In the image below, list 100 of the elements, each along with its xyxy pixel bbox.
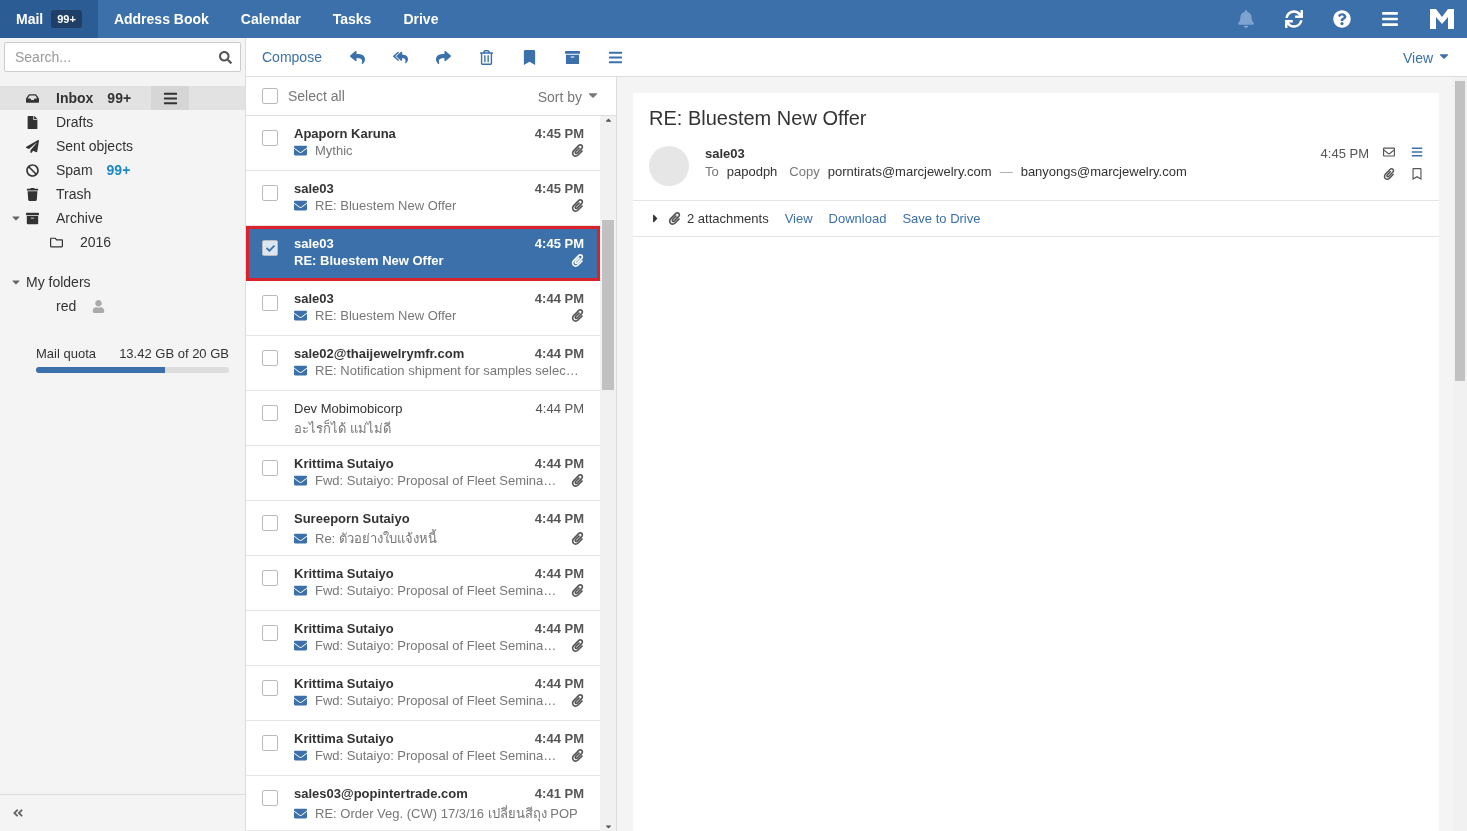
inbox-icon (26, 91, 39, 105)
envelope-icon (294, 144, 307, 157)
message-subject: อะไรก็ได้ แม่ไม่ดี (294, 418, 391, 438)
message-time: 4:44 PM (534, 731, 584, 746)
envelope-icon (294, 584, 307, 597)
recipient: porntirats@marcjewelry.com (827, 164, 992, 179)
message-checkbox[interactable] (262, 295, 278, 311)
message-checkbox[interactable] (262, 570, 278, 586)
menu-icon[interactable] (1381, 10, 1399, 28)
menu-icon[interactable] (162, 90, 178, 106)
message-checkbox[interactable] (262, 460, 278, 476)
scroll-up-icon[interactable] (603, 116, 613, 125)
search-icon[interactable] (219, 50, 232, 64)
reply-all-icon[interactable] (392, 49, 408, 65)
sort-menu[interactable]: Sort by (537, 87, 600, 105)
file-icon (26, 115, 39, 129)
envelope-icon (294, 309, 307, 322)
help-icon[interactable] (1333, 10, 1351, 28)
message-time: 4:44 PM (534, 291, 584, 306)
message-time: 4:44 PM (534, 456, 584, 471)
trash-icon[interactable] (478, 49, 494, 65)
message-sender: Sureeporn Sutaiyo (294, 511, 410, 526)
message-checkbox[interactable] (262, 680, 278, 696)
scroll-thumb[interactable] (1455, 81, 1465, 381)
folder-group-label: My folders (26, 274, 91, 290)
nav-tab[interactable]: Calendar (224, 0, 317, 38)
search-field[interactable]: Search... (13, 48, 219, 66)
archive-icon[interactable] (564, 49, 580, 65)
folder-label: Archive (56, 210, 103, 226)
message-checkbox[interactable] (262, 790, 278, 806)
message-sender: Apaporn Karuna (294, 126, 396, 141)
message-subject: Fwd: Sutaiyo: Proposal of Fleet Semina… (315, 473, 557, 488)
scroll-down-icon[interactable] (603, 822, 613, 831)
folder-item[interactable]: Spam 99+ (0, 158, 245, 182)
view-menu[interactable]: View (1403, 48, 1451, 66)
message-sender: Dev Mobimobicorp (294, 401, 403, 416)
refresh-icon[interactable] (1285, 10, 1303, 28)
menu-icon[interactable] (607, 49, 623, 65)
message-checkbox[interactable] (262, 405, 278, 421)
scroll-thumb[interactable] (602, 220, 614, 390)
message-sender: sales03@popintertrade.com (294, 786, 468, 801)
bookmark-icon[interactable] (521, 49, 537, 65)
message-time: 4:44 PM (534, 676, 584, 691)
nav-tab[interactable]: Mail 99+ (0, 0, 98, 38)
quota-label: Mail quota (36, 346, 96, 361)
message-checkbox[interactable] (262, 350, 278, 366)
folder-item[interactable]: Drafts (0, 110, 245, 134)
separator: — (999, 164, 1013, 179)
unread-count: 99+ (107, 90, 132, 106)
select-all-checkbox[interactable] (262, 88, 278, 104)
folder-label: Sent objects (56, 138, 134, 154)
envelope-icon (294, 474, 307, 487)
folder-item[interactable]: red (0, 294, 245, 318)
collapse-icon[interactable] (12, 807, 24, 819)
ban-icon (26, 163, 39, 177)
folder-menu-button[interactable] (151, 86, 190, 110)
message-sender: Krittima Sutaiyo (294, 676, 394, 691)
unread-badge: 99+ (51, 10, 82, 28)
reply-icon[interactable] (349, 49, 365, 65)
folder-label: Spam (56, 162, 93, 178)
message-sender: Krittima Sutaiyo (294, 731, 394, 746)
trash-icon (26, 187, 39, 201)
message-checkbox[interactable] (262, 130, 278, 146)
envelope-icon (294, 199, 307, 212)
folder-group[interactable]: My folders (0, 270, 245, 294)
message-subject: RE: Bluestem New Offer (294, 253, 444, 268)
folder-item[interactable]: Archive (0, 206, 245, 230)
message-time: 4:45 PM (534, 181, 584, 196)
message-subject: Re: ตัวอย่างใบแจ้งหนี้ (315, 528, 437, 548)
compose-link[interactable]: Compose (262, 49, 322, 65)
unread-count: 99+ (106, 162, 131, 178)
folder-icon (50, 235, 63, 249)
attachment-link[interactable]: View (784, 211, 813, 226)
message-subject: Fwd: Sutaiyo: Proposal of Fleet Semina… (315, 638, 557, 653)
message-subject: Fwd: Sutaiyo: Proposal of Fleet Semina… (315, 583, 557, 598)
nav-tab[interactable]: Address Book (97, 0, 225, 38)
attachment-link[interactable]: Save to Drive (902, 211, 981, 226)
folder-item[interactable]: Sent objects (0, 134, 245, 158)
forward-icon[interactable] (435, 49, 451, 65)
envelope-icon (294, 532, 307, 545)
avatar-placeholder (649, 146, 689, 186)
message-checkbox[interactable] (262, 515, 278, 531)
nav-tab[interactable]: Drive (387, 0, 455, 38)
message-checkbox[interactable] (262, 185, 278, 201)
folder-item[interactable]: 2016 (0, 230, 245, 254)
nav-tab[interactable]: Tasks (316, 0, 388, 38)
search-box[interactable]: Search... (4, 42, 241, 72)
attachment-link[interactable]: Download (828, 211, 887, 226)
message-checkbox[interactable] (262, 625, 278, 641)
folder-item[interactable]: Inbox 99+ (0, 86, 245, 110)
message-checkbox[interactable] (262, 240, 278, 256)
message-row[interactable]: sale03 4:45 PM RE: Bluestem New Offer (246, 226, 600, 281)
message-checkbox[interactable] (262, 735, 278, 751)
recipient: banyongs@marcjewelry.com (1020, 164, 1187, 179)
check-icon (265, 243, 275, 253)
select-all-label: Select all (288, 88, 345, 104)
sender-name: sale03 (705, 146, 746, 161)
message-time: 4:45 PM (1320, 146, 1369, 163)
folder-item[interactable]: Trash (0, 182, 245, 206)
quota-reading: 13.42 GB of 20 GB (119, 346, 229, 361)
